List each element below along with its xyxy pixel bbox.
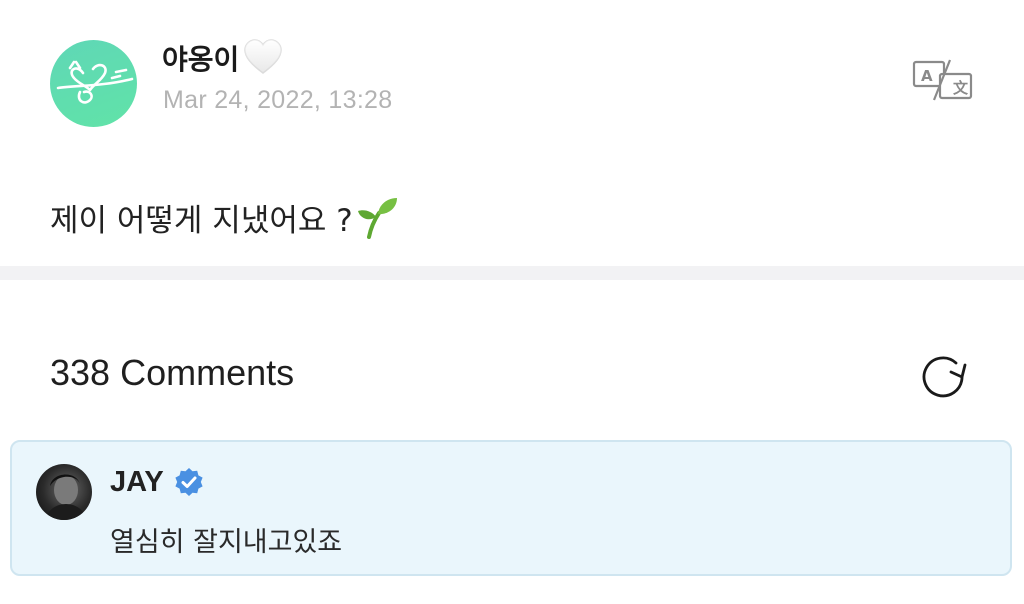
verified-badge-icon <box>174 467 204 497</box>
post-detail-page: 야옹이 Mar 24, 2022, 13:28 A 文 제이 어떻게 지냈어요 … <box>0 0 1024 604</box>
translate-button[interactable]: A 文 <box>912 58 974 102</box>
translate-icon: A 文 <box>912 59 973 101</box>
section-divider <box>0 266 1024 280</box>
comment-author-name: JAY <box>110 465 164 498</box>
comment-author[interactable]: JAY <box>110 462 204 502</box>
avatar-photo-icon <box>46 474 86 520</box>
post-body-text: 제이 어떻게 지냈어요 ? <box>50 202 353 239</box>
avatar-doodle-icon <box>56 60 134 104</box>
post-body: 제이 어떻게 지냈어요 ? <box>50 192 399 242</box>
author-name-text: 야옹이 <box>162 43 240 76</box>
refresh-button[interactable] <box>918 352 968 402</box>
highlighted-comment[interactable]: JAY 열심히 잘지내고있죠 <box>10 440 1012 576</box>
author-name[interactable]: 야옹이 <box>162 36 283 80</box>
comment-text: 열심히 잘지내고있죠 <box>110 527 343 558</box>
svg-text:A: A <box>921 67 933 85</box>
seedling-icon <box>355 195 399 239</box>
author-avatar[interactable] <box>50 40 137 127</box>
white-heart-icon <box>243 38 283 78</box>
comment-author-avatar[interactable] <box>36 464 92 520</box>
refresh-icon <box>922 356 967 398</box>
svg-text:文: 文 <box>953 79 969 97</box>
comments-count: 338 Comments <box>50 352 295 393</box>
post-timestamp: Mar 24, 2022, 13:28 <box>163 86 393 114</box>
